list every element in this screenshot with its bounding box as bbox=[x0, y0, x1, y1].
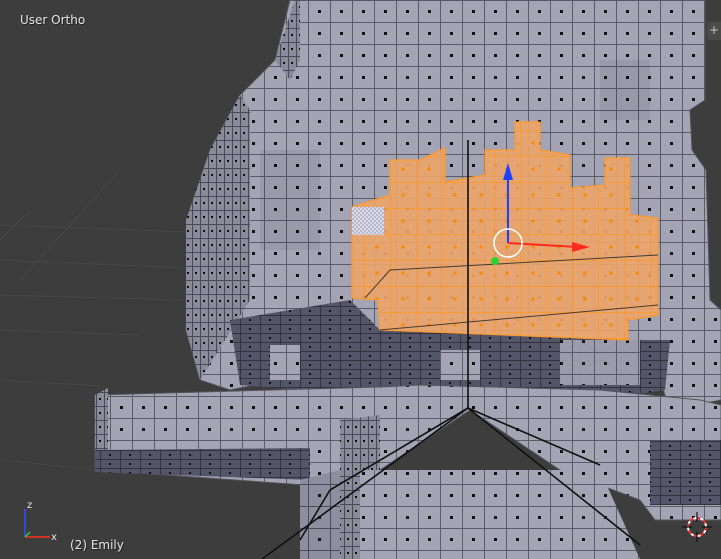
mesh-scene[interactable]: z x bbox=[0, 0, 721, 559]
plus-icon: + bbox=[709, 23, 720, 37]
active-object-label: (2) Emily bbox=[70, 538, 124, 552]
3d-viewport[interactable]: z x User Ortho (2) Emily + bbox=[0, 0, 721, 559]
active-face bbox=[352, 207, 384, 235]
gizmo-z-label: z bbox=[27, 500, 32, 511]
region-toggle-button[interactable]: + bbox=[707, 22, 721, 40]
voxel-body bbox=[94, 384, 721, 559]
gizmo-x-label: x bbox=[51, 532, 57, 543]
view-name-label: User Ortho bbox=[20, 13, 86, 27]
axis-gizmo: z x bbox=[24, 500, 57, 543]
y-axis-handle bbox=[491, 257, 499, 265]
